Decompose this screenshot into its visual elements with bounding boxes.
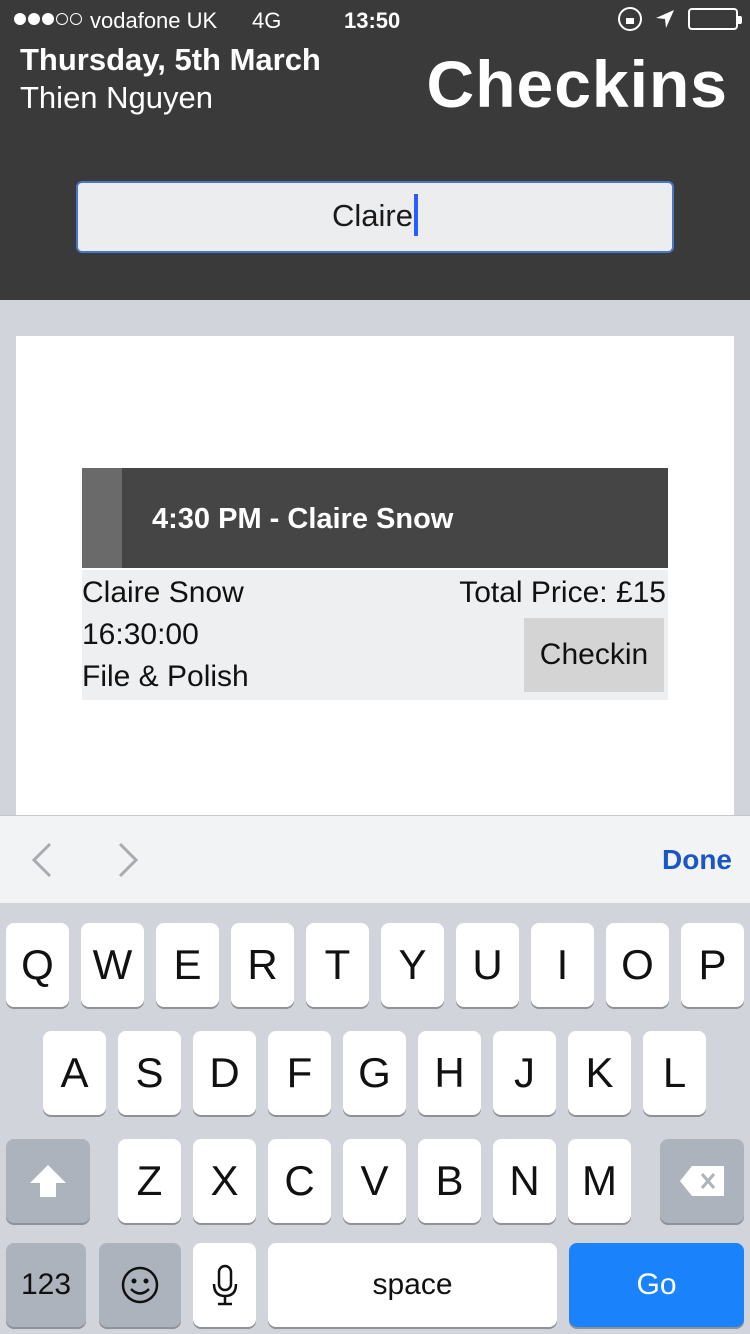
key-x[interactable]: X bbox=[193, 1139, 256, 1223]
key-z[interactable]: Z bbox=[118, 1139, 181, 1223]
onscreen-keyboard: Q W E R T Y U I O P A S D F G H J K L Z … bbox=[0, 903, 750, 1334]
text-caret bbox=[413, 194, 418, 237]
key-u[interactable]: U bbox=[456, 923, 519, 1007]
status-bar: vodafone UK 4G 13:50 bbox=[0, 0, 750, 40]
emoji-key[interactable] bbox=[99, 1243, 181, 1327]
battery-icon bbox=[688, 8, 742, 30]
key-n[interactable]: N bbox=[493, 1139, 556, 1223]
key-d[interactable]: D bbox=[193, 1031, 256, 1115]
backspace-key[interactable] bbox=[660, 1139, 744, 1223]
go-key[interactable]: Go bbox=[569, 1243, 744, 1327]
key-r[interactable]: R bbox=[231, 923, 294, 1007]
network-type: 4G bbox=[252, 8, 282, 33]
key-y[interactable]: Y bbox=[381, 923, 444, 1007]
checkin-button[interactable]: Checkin bbox=[524, 618, 664, 692]
booking-service: File & Polish bbox=[82, 660, 249, 693]
key-t[interactable]: T bbox=[306, 923, 369, 1007]
key-e[interactable]: E bbox=[156, 923, 219, 1007]
keyboard-accessory-bar: Done bbox=[0, 815, 750, 903]
booking-heading: 4:30 PM - Claire Snow bbox=[152, 503, 454, 535]
key-s[interactable]: S bbox=[118, 1031, 181, 1115]
carrier-name: vodafone UK bbox=[90, 8, 218, 33]
location-icon bbox=[656, 10, 674, 28]
booking-card-header[interactable]: 4:30 PM - Claire Snow bbox=[82, 468, 668, 568]
booking-total-price: Total Price: £15 bbox=[459, 576, 666, 609]
space-key[interactable]: space bbox=[268, 1243, 557, 1327]
shift-key[interactable] bbox=[6, 1139, 90, 1223]
key-i[interactable]: I bbox=[531, 923, 594, 1007]
shift-icon bbox=[30, 1165, 66, 1197]
key-l[interactable]: L bbox=[643, 1031, 706, 1115]
key-p[interactable]: P bbox=[681, 923, 744, 1007]
search-input-value: Claire bbox=[332, 197, 413, 233]
key-b[interactable]: B bbox=[418, 1139, 481, 1223]
key-v[interactable]: V bbox=[343, 1139, 406, 1223]
key-j[interactable]: J bbox=[493, 1031, 556, 1115]
key-c[interactable]: C bbox=[268, 1139, 331, 1223]
previous-field-icon[interactable] bbox=[22, 838, 66, 882]
key-a[interactable]: A bbox=[43, 1031, 106, 1115]
booking-card-details: Claire Snow 16:30:00 File & Polish Total… bbox=[82, 570, 668, 700]
microphone-icon bbox=[212, 1264, 237, 1306]
page-title: Checkins bbox=[426, 47, 728, 121]
key-m[interactable]: M bbox=[568, 1139, 631, 1223]
booking-status-stripe bbox=[82, 468, 122, 568]
dictation-key[interactable] bbox=[193, 1243, 256, 1327]
key-o[interactable]: O bbox=[606, 923, 669, 1007]
signal-strength-icon bbox=[14, 13, 82, 25]
key-q[interactable]: Q bbox=[6, 923, 69, 1007]
done-button[interactable]: Done bbox=[662, 844, 732, 876]
key-f[interactable]: F bbox=[268, 1031, 331, 1115]
key-k[interactable]: K bbox=[568, 1031, 631, 1115]
search-input[interactable]: Claire bbox=[76, 181, 674, 253]
numbers-key[interactable]: 123 bbox=[6, 1243, 86, 1327]
user-name: Thien Nguyen bbox=[20, 80, 214, 115]
emoji-icon bbox=[121, 1266, 159, 1304]
rotation-lock-icon bbox=[618, 7, 642, 31]
next-field-icon[interactable] bbox=[106, 838, 150, 882]
app-header: vodafone UK 4G 13:50 Thursday, 5th March… bbox=[0, 0, 750, 300]
key-w[interactable]: W bbox=[81, 923, 144, 1007]
booking-client-name: Claire Snow bbox=[82, 576, 244, 609]
booking-time: 16:30:00 bbox=[82, 618, 199, 651]
key-g[interactable]: G bbox=[343, 1031, 406, 1115]
current-date: Thursday, 5th March bbox=[20, 42, 321, 77]
backspace-icon bbox=[680, 1166, 724, 1196]
key-h[interactable]: H bbox=[418, 1031, 481, 1115]
status-time: 13:50 bbox=[344, 8, 401, 33]
